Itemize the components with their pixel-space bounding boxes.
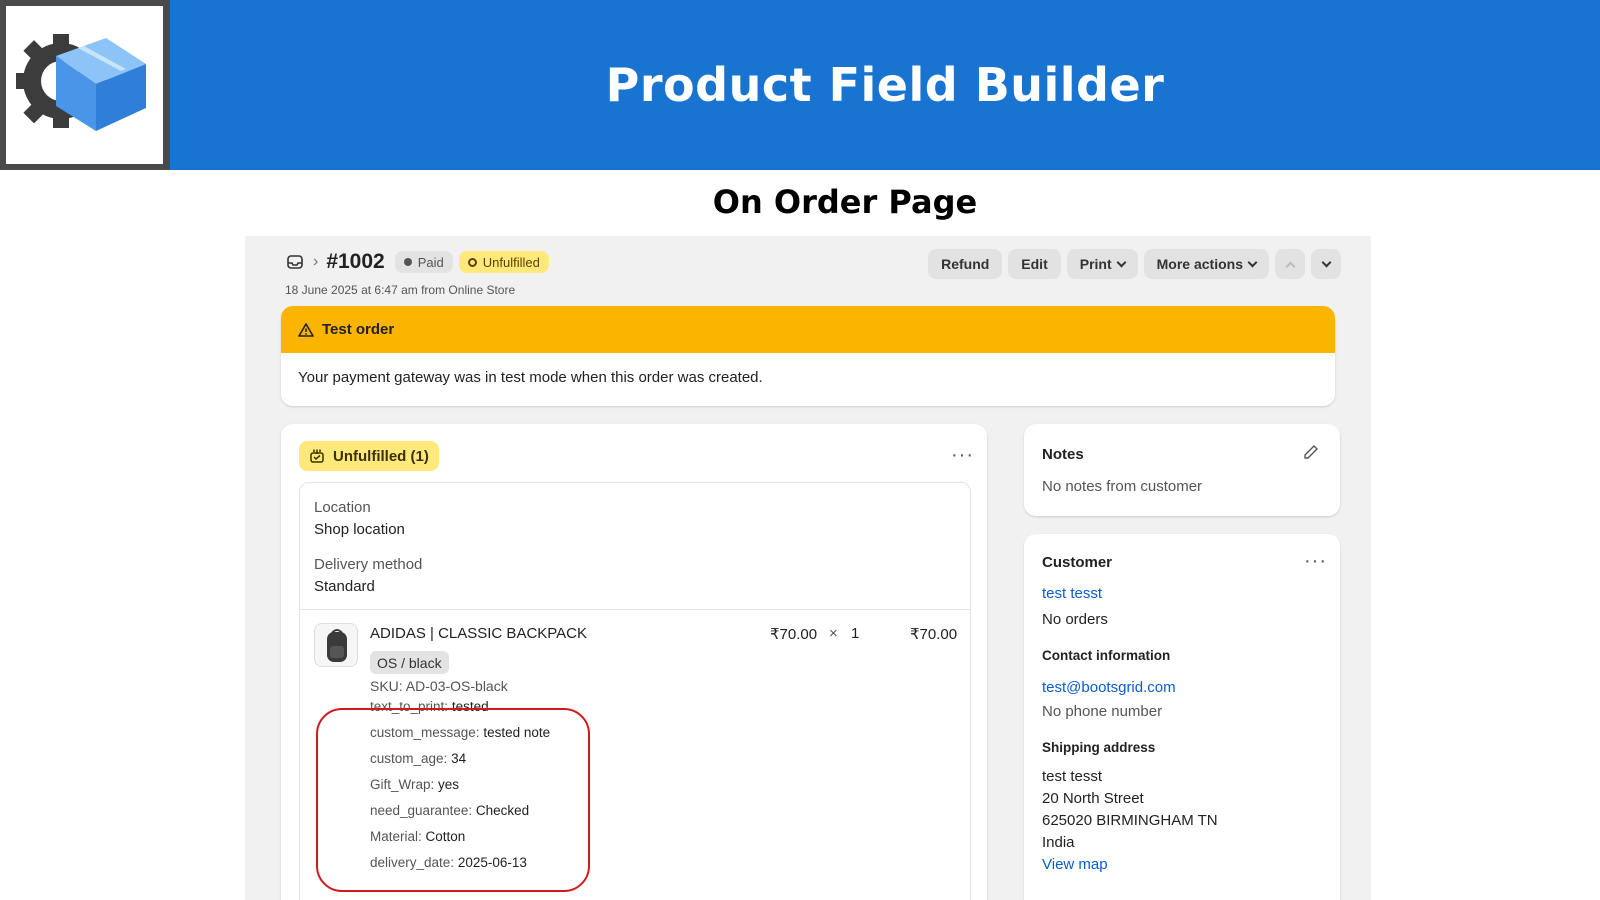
test-order-banner: Test order Your payment gateway was in t… <box>281 306 1335 406</box>
next-order-button[interactable] <box>1311 249 1341 279</box>
customer-email-link[interactable]: test@bootsgrid.com <box>1042 679 1176 696</box>
header-banner: Product Field Builder <box>0 0 1600 170</box>
test-order-message: Your payment gateway was in test mode wh… <box>298 369 763 386</box>
order-actions: Refund Edit Print More actions <box>928 249 1341 279</box>
address-line: India <box>1042 834 1075 851</box>
address-line: 625020 BIRMINGHAM TN <box>1042 812 1218 829</box>
notes-card: Notes No notes from customer <box>1024 424 1340 516</box>
more-actions-label: More actions <box>1156 256 1243 272</box>
pencil-icon[interactable] <box>1303 444 1319 460</box>
previous-order-button[interactable] <box>1275 249 1305 279</box>
chevron-down-icon <box>1116 257 1127 267</box>
paid-badge-label: Paid <box>417 254 444 270</box>
unit-price: ₹70.00 <box>770 626 818 643</box>
customer-more-icon[interactable]: ··· <box>1304 551 1327 571</box>
print-button[interactable]: Print <box>1066 249 1138 279</box>
chevron-up-icon <box>1285 261 1295 271</box>
location-label: Location <box>314 499 371 516</box>
order-header: › #1002 Paid Unfulfilled <box>285 250 549 274</box>
quantity: 1 <box>851 625 860 642</box>
unfulfilled-status-pill: Unfulfilled (1) <box>299 441 439 471</box>
fulfillment-more-icon[interactable]: ··· <box>951 445 974 465</box>
backpack-icon <box>327 629 347 662</box>
package-icon <box>310 449 324 463</box>
unfulfilled-status-label: Unfulfilled (1) <box>333 447 429 465</box>
status-dot-icon <box>403 258 412 266</box>
customer-name-link[interactable]: test tesst <box>1042 585 1102 602</box>
banner-title: Product Field Builder <box>605 58 1165 112</box>
address-line: 20 North Street <box>1042 790 1144 807</box>
app-logo <box>0 0 170 170</box>
gear-box-icon <box>16 34 146 131</box>
order-number: #1002 <box>326 250 385 273</box>
times-sign: × <box>829 625 838 642</box>
shipping-address-title: Shipping address <box>1042 740 1156 755</box>
variant-badge: OS / black <box>370 651 449 674</box>
print-button-label: Print <box>1079 256 1112 272</box>
customer-title: Customer <box>1042 554 1113 571</box>
delivery-method-value: Standard <box>314 578 375 595</box>
divider <box>300 609 970 610</box>
section-subtitle: On Order Page <box>712 183 978 221</box>
customer-orders: No orders <box>1042 611 1108 628</box>
product-name-link[interactable]: ADIDAS | CLASSIC BACKPACK <box>370 625 587 642</box>
line-total: ₹70.00 <box>910 626 958 643</box>
breadcrumb-chevron-icon: › <box>313 253 319 270</box>
contact-info-title: Contact information <box>1042 648 1171 663</box>
notes-title: Notes <box>1042 446 1084 463</box>
custom-fields-highlight <box>316 708 590 892</box>
delivery-method-label: Delivery method <box>314 556 423 573</box>
status-ring-icon <box>467 257 477 267</box>
chevron-down-icon <box>1321 257 1331 267</box>
view-map-link[interactable]: View map <box>1042 856 1108 873</box>
edit-button[interactable]: Edit <box>1008 249 1061 279</box>
refund-button[interactable]: Refund <box>928 249 1003 279</box>
location-value: Shop location <box>314 521 405 538</box>
test-order-title: Test order <box>322 321 395 338</box>
sku: SKU: AD-03-OS-black <box>370 678 508 694</box>
product-thumbnail[interactable] <box>314 623 358 667</box>
warning-icon <box>298 322 314 337</box>
order-meta: 18 June 2025 at 6:47 am from Online Stor… <box>285 283 516 297</box>
paid-badge: Paid <box>394 251 453 273</box>
unfulfilled-badge-label: Unfulfilled <box>482 254 540 270</box>
customer-card: Customer ··· test tesst No orders Contac… <box>1024 534 1340 900</box>
orders-inbox-icon[interactable] <box>285 252 305 272</box>
chevron-down-icon <box>1247 257 1258 267</box>
more-actions-button[interactable]: More actions <box>1143 249 1269 279</box>
notes-text: No notes from customer <box>1042 478 1203 495</box>
address-line: test tesst <box>1042 768 1103 785</box>
unfulfilled-badge: Unfulfilled <box>458 251 549 273</box>
order-page-screenshot: › #1002 Paid Unfulfilled 18 June 2025 at… <box>245 236 1371 900</box>
customer-phone: No phone number <box>1042 703 1163 720</box>
